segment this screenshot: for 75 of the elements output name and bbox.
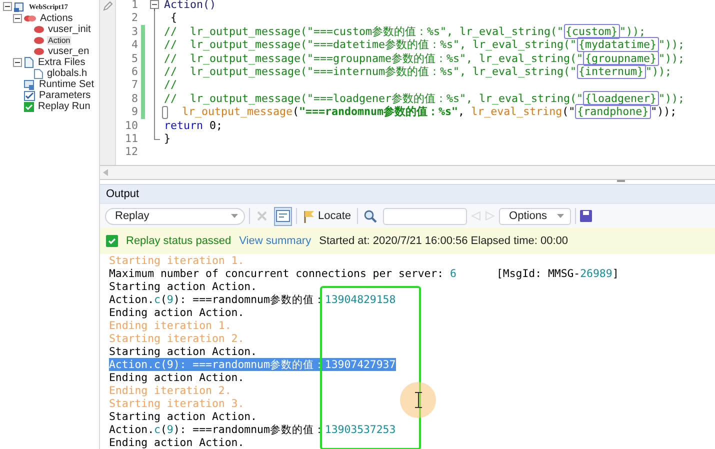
log-line: Starting iteration 3. <box>109 397 244 410</box>
log-line: Ending action Action. <box>109 436 244 449</box>
code-line: { <box>170 11 178 25</box>
line-number: 5 <box>130 52 139 65</box>
options-dropdown[interactable]: Options <box>499 208 572 224</box>
code-line: // lr_output_message("===custom参数的值：%s", lr_eval_string(" {custom} ")); <box>163 24 646 38</box>
code-line: // lr_output_message("===internum参数的值：%s", lr_eval_string(" {internum} ")); <box>163 64 672 78</box>
log-line: Ending iteration 1. <box>109 319 232 332</box>
folder-icon <box>24 57 34 68</box>
panel-title: Output <box>106 188 140 200</box>
line-number: 9 <box>130 105 139 119</box>
tree-item[interactable]: globals.h <box>46 68 88 79</box>
tree-item[interactable]: Actions <box>39 13 74 24</box>
line-number: 4 <box>130 38 139 52</box>
log-line: Starting iteration 2. <box>109 332 244 345</box>
mode-dropdown[interactable]: Replay <box>105 208 245 224</box>
status-message: Replay status passed <box>126 235 232 247</box>
fold-end-line <box>154 132 160 140</box>
tree-item[interactable]: vuser_init <box>47 24 92 35</box>
log-line: Starting action Action. <box>109 280 257 293</box>
log-line: Starting action Action. <box>109 345 257 358</box>
window-icon <box>276 210 290 222</box>
collapse-icon[interactable] <box>13 58 22 67</box>
view-summary-link[interactable]: View summary <box>239 235 312 247</box>
line-number: 8 <box>130 92 139 106</box>
search-field[interactable] <box>383 208 468 224</box>
caret-icon <box>231 214 238 218</box>
log-line: Action.c(9): ===randomnum参数的值：13903537253 <box>109 423 396 436</box>
line-number: 12 <box>124 145 139 159</box>
log-line: Starting iteration 1. <box>109 254 244 267</box>
line-number: 6 <box>130 64 139 78</box>
tree-item[interactable]: Runtime Set <box>38 79 96 90</box>
text-cursor-icon <box>414 392 422 408</box>
check-icon <box>106 235 118 247</box>
file-icon <box>34 68 43 78</box>
line-number: 3 <box>130 24 139 38</box>
code-line: // lr_output_message("===datetime参数的值：%s", lr_eval_string(" {mydatatime} ")); <box>163 38 685 52</box>
tree-item[interactable]: vuser_en <box>47 46 90 57</box>
log-line: Ending action Action. <box>109 371 244 384</box>
search-icon <box>364 210 378 222</box>
tree-item[interactable]: Replay Run <box>37 101 92 112</box>
tree-item[interactable]: Extra Files <box>37 57 86 68</box>
code-line: } <box>163 132 171 146</box>
line-number: 11 <box>124 132 139 146</box>
tree-item[interactable]: Parameters <box>38 90 92 101</box>
code-line: // <box>163 78 178 92</box>
code-line: // lr_output_message("===groupname参数的值：%s", lr_eval_string(" {groupname} ")); <box>163 52 685 65</box>
line-number: 7 <box>130 78 139 92</box>
log-line: Ending action Action. <box>109 306 244 319</box>
fold-icon[interactable] <box>150 0 160 12</box>
close-icon <box>256 210 268 222</box>
log-line: Ending iteration 2. <box>109 384 232 397</box>
save-icon[interactable] <box>580 210 592 222</box>
collapse-icon[interactable] <box>3 2 12 11</box>
code-line: lr_output_message("===randomnum参数的值：%s", lr_eval_string(" {randphone} ")); <box>160 105 677 119</box>
line-number: 2 <box>130 11 139 25</box>
wrap-toggle-button[interactable] <box>274 206 292 226</box>
line-number: 1 <box>130 0 139 12</box>
tree-item[interactable]: Action <box>47 36 72 45</box>
code-line: return 0; <box>163 118 223 132</box>
caret-icon <box>557 214 564 218</box>
code-line: Action() <box>163 0 216 12</box>
log-line: Action.c(9): ===randomnum参数的值：13904829158 <box>109 293 396 306</box>
log-line: Starting action Action. <box>109 410 257 423</box>
splitter-handle-icon[interactable] <box>617 180 625 182</box>
locate-button[interactable]: Locate <box>301 206 354 226</box>
log-line: Maximum number of concurrent connections per server: 6 [MsgId: MMSG-26989] <box>109 267 619 280</box>
flag-icon <box>303 210 315 222</box>
run-info: Started at: 2020/7/21 16:00:56 Elapsed time: 00:00 <box>319 235 568 247</box>
check-icon <box>24 102 34 112</box>
code-line: // lr_output_message("===loadgener参数的值：%s", lr_eval_string(" {loadgener} ")); <box>163 92 685 106</box>
collapse-icon[interactable] <box>13 14 22 23</box>
pencil-icon <box>102 1 112 11</box>
checklist-icon <box>24 90 35 100</box>
line-number: 10 <box>124 118 139 132</box>
